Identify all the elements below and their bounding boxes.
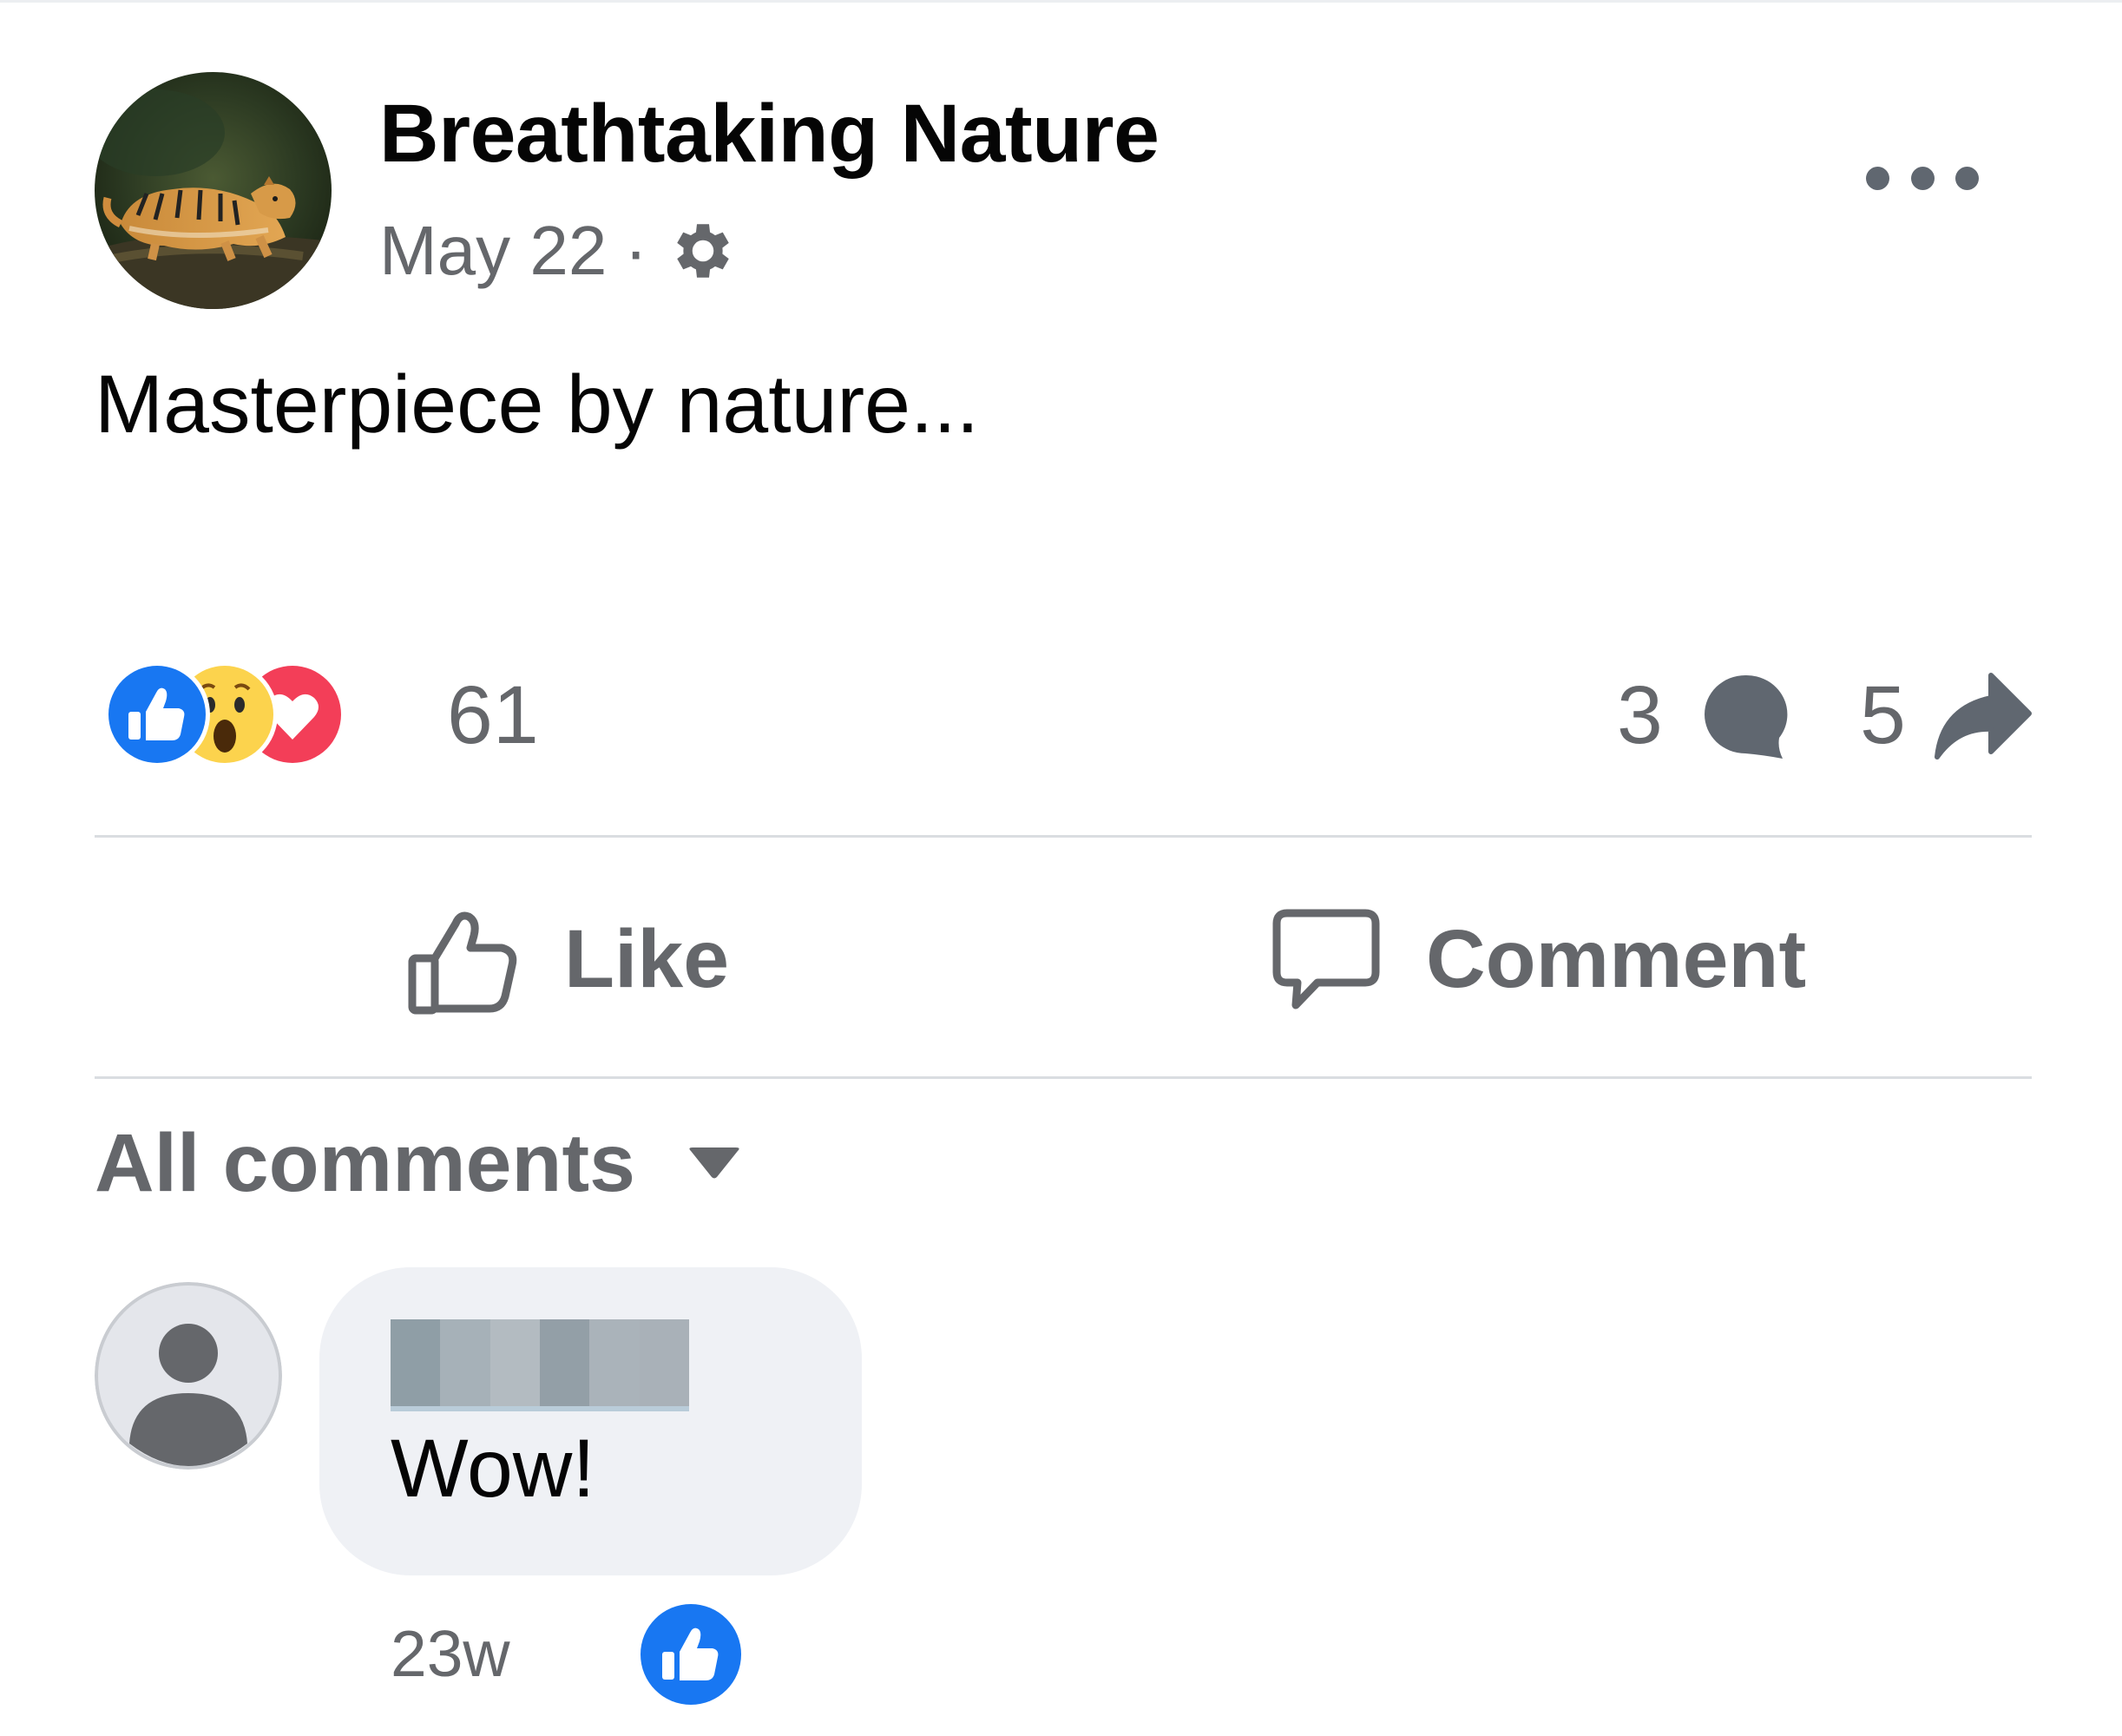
more-dots-icon: [1866, 166, 1889, 190]
thumbs-up-outline-icon: [408, 911, 517, 1015]
comments-count[interactable]: 3: [1617, 668, 1663, 763]
reactions-summary: 61 3 5: [102, 656, 2046, 769]
post-meta: May 22 ·: [379, 212, 739, 290]
comment-text: Wow!: [391, 1423, 595, 1515]
gear-icon[interactable]: [667, 214, 739, 287]
reaction-count[interactable]: 61: [447, 668, 539, 763]
like-icon[interactable]: [102, 660, 212, 769]
comment-author-redacted[interactable]: [391, 1319, 689, 1411]
more-options-button[interactable]: [1866, 148, 1979, 208]
comment-button[interactable]: Comment: [1270, 885, 1806, 1033]
commenter-avatar[interactable]: [95, 1282, 282, 1470]
like-label: Like: [564, 912, 730, 1005]
comment-label: Comment: [1426, 912, 1807, 1005]
post-date[interactable]: May 22: [379, 211, 607, 291]
shares-count[interactable]: 5: [1860, 668, 1906, 763]
comments-filter-label: All comments: [95, 1116, 635, 1209]
page-avatar[interactable]: [95, 72, 332, 309]
comment-like-reaction-icon[interactable]: [636, 1600, 746, 1709]
like-button[interactable]: Like: [408, 885, 729, 1033]
share-arrow-icon: [1935, 673, 2032, 760]
comments-filter-dropdown[interactable]: All comments: [95, 1117, 741, 1209]
meta-separator: ·: [624, 212, 647, 289]
comment-outline-icon: [1272, 909, 1380, 1009]
post-text: Masterpiece by nature...: [95, 358, 980, 450]
comment-bubble: Wow!: [319, 1267, 862, 1575]
divider: [95, 835, 2032, 838]
caret-down-icon: [689, 1147, 739, 1179]
divider: [95, 1076, 2032, 1079]
comment-timestamp[interactable]: 23w: [391, 1616, 510, 1691]
top-border: [0, 0, 2122, 3]
comment-bubble-icon: [1705, 674, 1788, 759]
page-name[interactable]: Breathtaking Nature: [379, 87, 1160, 181]
